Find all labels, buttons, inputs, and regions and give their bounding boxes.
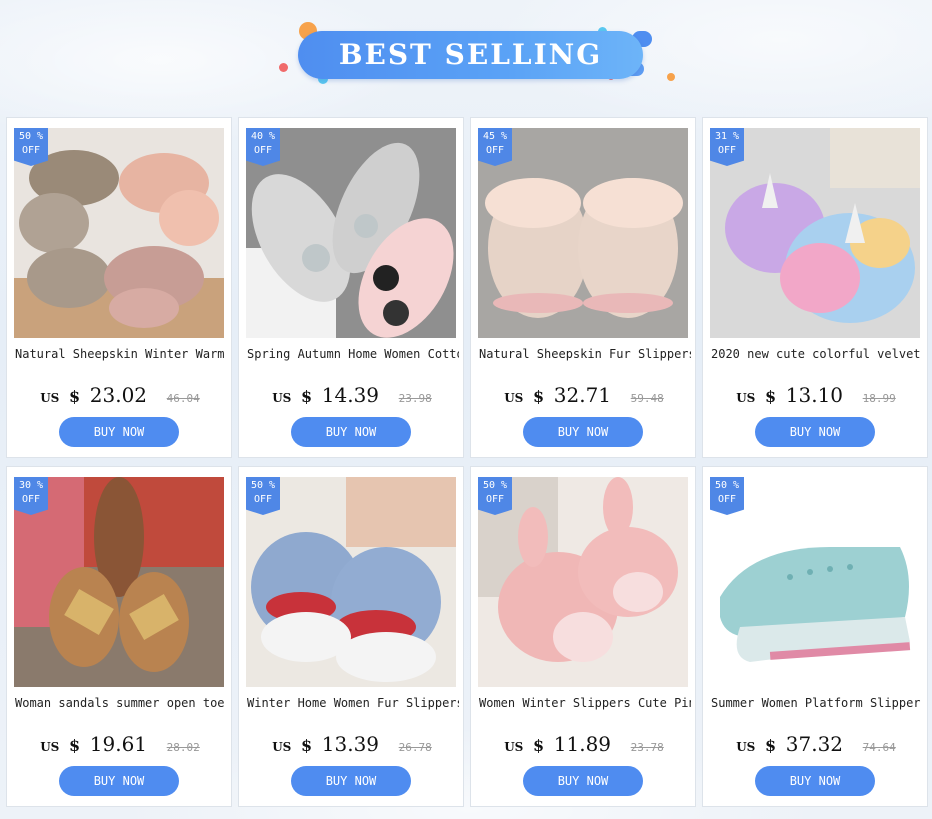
product-card[interactable]: 50 % OFF Summer Women Platform Slipper C… [702, 466, 928, 807]
discount-percent: 45 % [482, 131, 508, 142]
product-title[interactable]: Woman sandals summer open toe cross flat… [15, 696, 227, 714]
discount-badge: 50 % OFF [710, 477, 744, 515]
original-price: 74.64 [862, 741, 896, 754]
original-price: 26.78 [398, 741, 432, 754]
discount-percent: 50 % [482, 480, 508, 491]
discount-percent: 40 % [250, 131, 276, 142]
discount-percent: 50 % [250, 480, 276, 491]
currency-label: US [736, 740, 756, 754]
currency-symbol: $ [68, 736, 81, 755]
discount-off-label: OFF [717, 145, 737, 156]
current-price: 32.71 [553, 383, 612, 407]
discount-percent: 30 % [18, 480, 44, 491]
product-card[interactable]: 50 % OFF Women Winter Slippers Cute Pink… [470, 466, 696, 807]
buy-now-button[interactable]: BUY NOW [291, 766, 411, 796]
discount-percent: 50 % [714, 480, 740, 491]
product-title[interactable]: 2020 new cute colorful velvet unicorn pl… [711, 347, 923, 365]
discount-badge: 31 % OFF [710, 128, 744, 166]
current-price: 14.39 [321, 383, 380, 407]
price-row: US $ 14.39 23.98 [239, 383, 465, 407]
discount-percent: 50 % [18, 131, 44, 142]
currency-label: US [272, 391, 292, 405]
current-price: 11.89 [553, 732, 612, 756]
best-selling-banner: BEST SELLING [0, 0, 932, 110]
currency-symbol: $ [300, 736, 313, 755]
discount-off-label: OFF [21, 145, 41, 156]
original-price: 23.78 [630, 741, 664, 754]
price-row: US $ 19.61 28.02 [7, 732, 233, 756]
decor-dot [667, 73, 675, 81]
currency-symbol: $ [764, 736, 777, 755]
discount-off-label: OFF [21, 494, 41, 505]
buy-now-button[interactable]: BUY NOW [755, 417, 875, 447]
current-price: 13.10 [785, 383, 844, 407]
product-title[interactable]: Women Winter Slippers Cute Pink Bunny Ca… [479, 696, 691, 714]
buy-now-button[interactable]: BUY NOW [291, 417, 411, 447]
currency-symbol: $ [532, 736, 545, 755]
discount-badge: 50 % OFF [14, 128, 48, 166]
product-card[interactable]: 50 % OFF Winter Home Women Fur Slippers … [238, 466, 464, 807]
currency-label: US [504, 391, 524, 405]
currency-label: US [40, 740, 60, 754]
product-title[interactable]: Summer Women Platform Slipper Closed Toe… [711, 696, 923, 714]
discount-off-label: OFF [485, 494, 505, 505]
currency-symbol: $ [532, 387, 545, 406]
currency-label: US [736, 391, 756, 405]
currency-label: US [504, 740, 524, 754]
currency-label: US [272, 740, 292, 754]
product-title[interactable]: Winter Home Women Fur Slippers Cute Anim… [247, 696, 459, 714]
product-card[interactable]: 45 % OFF Natural Sheepskin Fur Slippers … [470, 117, 696, 458]
price-row: US $ 13.39 26.78 [239, 732, 465, 756]
discount-off-label: OFF [717, 494, 737, 505]
product-title[interactable]: Natural Sheepskin Winter Warm Fur Slippe… [15, 347, 227, 365]
currency-label: US [40, 391, 60, 405]
buy-now-button[interactable]: BUY NOW [755, 766, 875, 796]
original-price: 18.99 [862, 392, 896, 405]
price-row: US $ 13.10 18.99 [703, 383, 929, 407]
product-grid: 50 % OFF Natural Sheepskin Winter Warm F… [6, 117, 928, 807]
current-price: 37.32 [785, 732, 844, 756]
current-price: 23.02 [89, 383, 148, 407]
discount-off-label: OFF [253, 494, 273, 505]
discount-off-label: OFF [485, 145, 505, 156]
current-price: 13.39 [321, 732, 380, 756]
product-card[interactable]: 50 % OFF Natural Sheepskin Winter Warm F… [6, 117, 232, 458]
currency-symbol: $ [300, 387, 313, 406]
original-price: 28.02 [166, 741, 200, 754]
discount-badge: 50 % OFF [246, 477, 280, 515]
product-card[interactable]: 31 % OFF 2020 new cute colorful velvet u… [702, 117, 928, 458]
discount-badge: 40 % OFF [246, 128, 280, 166]
product-title[interactable]: Natural Sheepskin Fur Slippers Fashion F… [479, 347, 691, 365]
current-price: 19.61 [89, 732, 148, 756]
currency-symbol: $ [68, 387, 81, 406]
currency-symbol: $ [764, 387, 777, 406]
discount-badge: 50 % OFF [478, 477, 512, 515]
original-price: 59.48 [630, 392, 664, 405]
product-card[interactable]: 30 % OFF Woman sandals summer open toe c… [6, 466, 232, 807]
decor-dot [279, 63, 288, 72]
price-row: US $ 37.32 74.64 [703, 732, 929, 756]
buy-now-button[interactable]: BUY NOW [59, 766, 179, 796]
price-row: US $ 32.71 59.48 [471, 383, 697, 407]
buy-now-button[interactable]: BUY NOW [59, 417, 179, 447]
discount-badge: 45 % OFF [478, 128, 512, 166]
buy-now-button[interactable]: BUY NOW [523, 766, 643, 796]
discount-percent: 31 % [714, 131, 740, 142]
banner-title: BEST SELLING [338, 38, 603, 71]
discount-badge: 30 % OFF [14, 477, 48, 515]
price-row: US $ 23.02 46.04 [7, 383, 233, 407]
original-price: 46.04 [166, 392, 200, 405]
buy-now-button[interactable]: BUY NOW [523, 417, 643, 447]
original-price: 23.98 [398, 392, 432, 405]
product-title[interactable]: Spring Autumn Home Women Cotton Slippers… [247, 347, 459, 365]
discount-off-label: OFF [253, 145, 273, 156]
price-row: US $ 11.89 23.78 [471, 732, 697, 756]
product-card[interactable]: 40 % OFF Spring Autumn Home Women Cotton… [238, 117, 464, 458]
